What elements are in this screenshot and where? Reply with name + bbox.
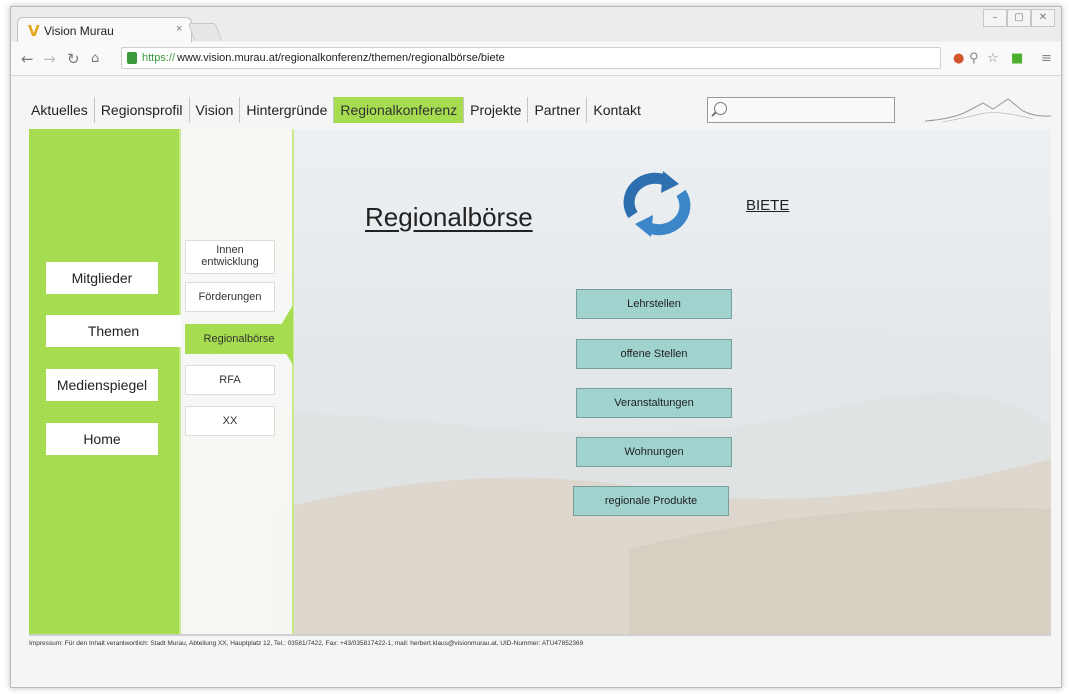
favicon-icon: V [28, 22, 40, 40]
exchange-cycle-icon [623, 171, 691, 237]
tab-strip: V Vision Murau × – ▢ ✕ [11, 7, 1061, 43]
forward-icon[interactable]: → [43, 50, 56, 68]
minimize-icon[interactable]: – [983, 9, 1007, 27]
reload-icon[interactable]: ↻ [67, 50, 80, 68]
offer-wohnungen-button[interactable]: Wohnungen [576, 437, 732, 467]
window-controls: – ▢ ✕ [983, 9, 1055, 27]
browser-tab[interactable]: V Vision Murau × [17, 17, 192, 43]
page-viewport: Aktuelles Regionsprofil Vision Hintergrü… [11, 77, 1061, 687]
extension-icon[interactable]: ● [953, 51, 964, 66]
back-icon[interactable]: ← [21, 50, 34, 68]
tab-title: Vision Murau [44, 24, 114, 38]
mountain-logo-icon [924, 98, 1052, 123]
submenu-foerderungen[interactable]: Förderungen [185, 282, 275, 312]
menu-mitglieder[interactable]: Mitglieder [46, 262, 158, 294]
new-tab-button[interactable] [187, 23, 223, 41]
menu-medienspiegel[interactable]: Medienspiegel [46, 369, 158, 401]
url-text: www.vision.murau.at/regionalkonferenz/th… [177, 52, 505, 64]
submenu-xx[interactable]: XX [185, 406, 275, 436]
url-scheme: https:// [142, 52, 176, 64]
biete-link[interactable]: BIETE [746, 197, 789, 214]
nav-projekte[interactable]: Projekte [464, 97, 529, 123]
offer-veranstaltungen-button[interactable]: Veranstaltungen [576, 388, 732, 418]
footer-divider [29, 634, 1051, 636]
footer-impressum: Impressum: Für den Inhalt verantwortlich… [29, 640, 584, 647]
maximize-icon[interactable]: ▢ [1007, 9, 1031, 27]
search-icon [714, 102, 727, 115]
extension-green-icon[interactable]: ■ [1011, 51, 1023, 66]
submenu-regionalboerse[interactable]: Regionalbörse [185, 324, 293, 354]
nav-hintergruende[interactable]: Hintergründe [240, 97, 335, 123]
browser-window: V Vision Murau × – ▢ ✕ ← → ↻ ⌂ https:// … [10, 6, 1062, 688]
star-icon[interactable]: ☆ [987, 51, 999, 66]
nav-partner[interactable]: Partner [528, 97, 588, 123]
menu-themen[interactable]: Themen [46, 315, 181, 347]
page-title: Regionalbörse [365, 202, 533, 232]
nav-regionsprofil[interactable]: Regionsprofil [95, 97, 190, 123]
offer-lehrstellen-button[interactable]: Lehrstellen [576, 289, 732, 319]
close-window-icon[interactable]: ✕ [1031, 9, 1055, 27]
submenu-rfa[interactable]: RFA [185, 365, 275, 395]
nav-aktuelles[interactable]: Aktuelles [25, 97, 95, 123]
lock-icon [127, 52, 137, 64]
offer-regionale-produkte-button[interactable]: regionale Produkte [573, 486, 729, 516]
search-input[interactable] [707, 97, 895, 123]
nav-regionalkonferenz[interactable]: Regionalkonferenz [334, 97, 465, 123]
nav-kontakt[interactable]: Kontakt [587, 97, 646, 123]
top-navigation: Aktuelles Regionsprofil Vision Hintergrü… [25, 97, 647, 123]
offer-offene-stellen-button[interactable]: offene Stellen [576, 339, 732, 369]
home-icon[interactable]: ⌂ [91, 51, 99, 66]
nav-vision[interactable]: Vision [190, 97, 241, 123]
menu-home[interactable]: Home [46, 423, 158, 455]
address-bar[interactable]: https:// www.vision.murau.at/regionalkon… [121, 47, 941, 69]
browser-toolbar: ← → ↻ ⌂ https:// www.vision.murau.at/reg… [11, 42, 1061, 76]
menu-icon[interactable]: ≡ [1041, 51, 1052, 66]
submenu-innenentwicklung[interactable]: Innen entwicklung [185, 240, 275, 274]
zoom-icon[interactable]: ⚲ [969, 51, 979, 66]
tab-close-icon[interactable]: × [176, 23, 182, 35]
